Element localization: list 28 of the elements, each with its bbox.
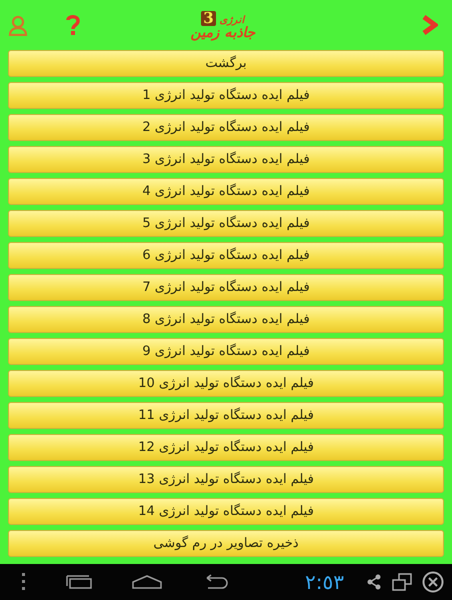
share-icon[interactable] xyxy=(366,574,382,590)
menu-button[interactable]: فیلم ایده دستگاه تولید انرژی 14 xyxy=(8,498,444,525)
logo-number: 3 xyxy=(201,10,216,26)
home-icon[interactable] xyxy=(132,575,162,589)
menu-button[interactable]: ذخیره تصاویر در رم گوشی xyxy=(8,530,444,557)
logo-title: جاذبه زمین xyxy=(190,26,256,40)
menu-button[interactable]: فیلم ایده دستگاه تولید انرژی 4 xyxy=(8,178,444,205)
menu-button[interactable]: فیلم ایده دستگاه تولید انرژی 12 xyxy=(8,434,444,461)
menu-icon[interactable] xyxy=(22,573,26,591)
help-icon[interactable] xyxy=(66,14,80,36)
menu-button[interactable]: فیلم ایده دستگاه تولید انرژی 10 xyxy=(8,370,444,397)
menu-button[interactable]: فیلم ایده دستگاه تولید انرژی 5 xyxy=(8,210,444,237)
windows-icon[interactable] xyxy=(392,573,412,591)
menu-button[interactable]: فیلم ایده دستگاه تولید انرژی 9 xyxy=(8,338,444,365)
menu-button[interactable]: فیلم ایده دستگاه تولید انرژی 13 xyxy=(8,466,444,493)
menu-button[interactable]: فیلم ایده دستگاه تولید انرژی 11 xyxy=(8,402,444,429)
menu-button[interactable]: فیلم ایده دستگاه تولید انرژی 1 xyxy=(8,82,444,109)
recent-apps-icon[interactable] xyxy=(66,575,92,589)
menu-button[interactable]: فیلم ایده دستگاه تولید انرژی 8 xyxy=(8,306,444,333)
menu-button[interactable]: فیلم ایده دستگاه تولید انرژی 3 xyxy=(8,146,444,173)
menu-button[interactable]: فیلم ایده دستگاه تولید انرژی 2 xyxy=(8,114,444,141)
menu-button[interactable]: فیلم ایده دستگاه تولید انرژی 6 xyxy=(8,242,444,269)
clock: ٢:٥٣ xyxy=(305,570,344,594)
menu-button[interactable]: فیلم ایده دستگاه تولید انرژی 7 xyxy=(8,274,444,301)
menu-button[interactable]: برگشت xyxy=(8,50,444,77)
close-icon[interactable] xyxy=(422,571,444,593)
logo-subtitle: انرژی xyxy=(220,16,245,26)
chevron-right-icon[interactable] xyxy=(422,15,438,35)
